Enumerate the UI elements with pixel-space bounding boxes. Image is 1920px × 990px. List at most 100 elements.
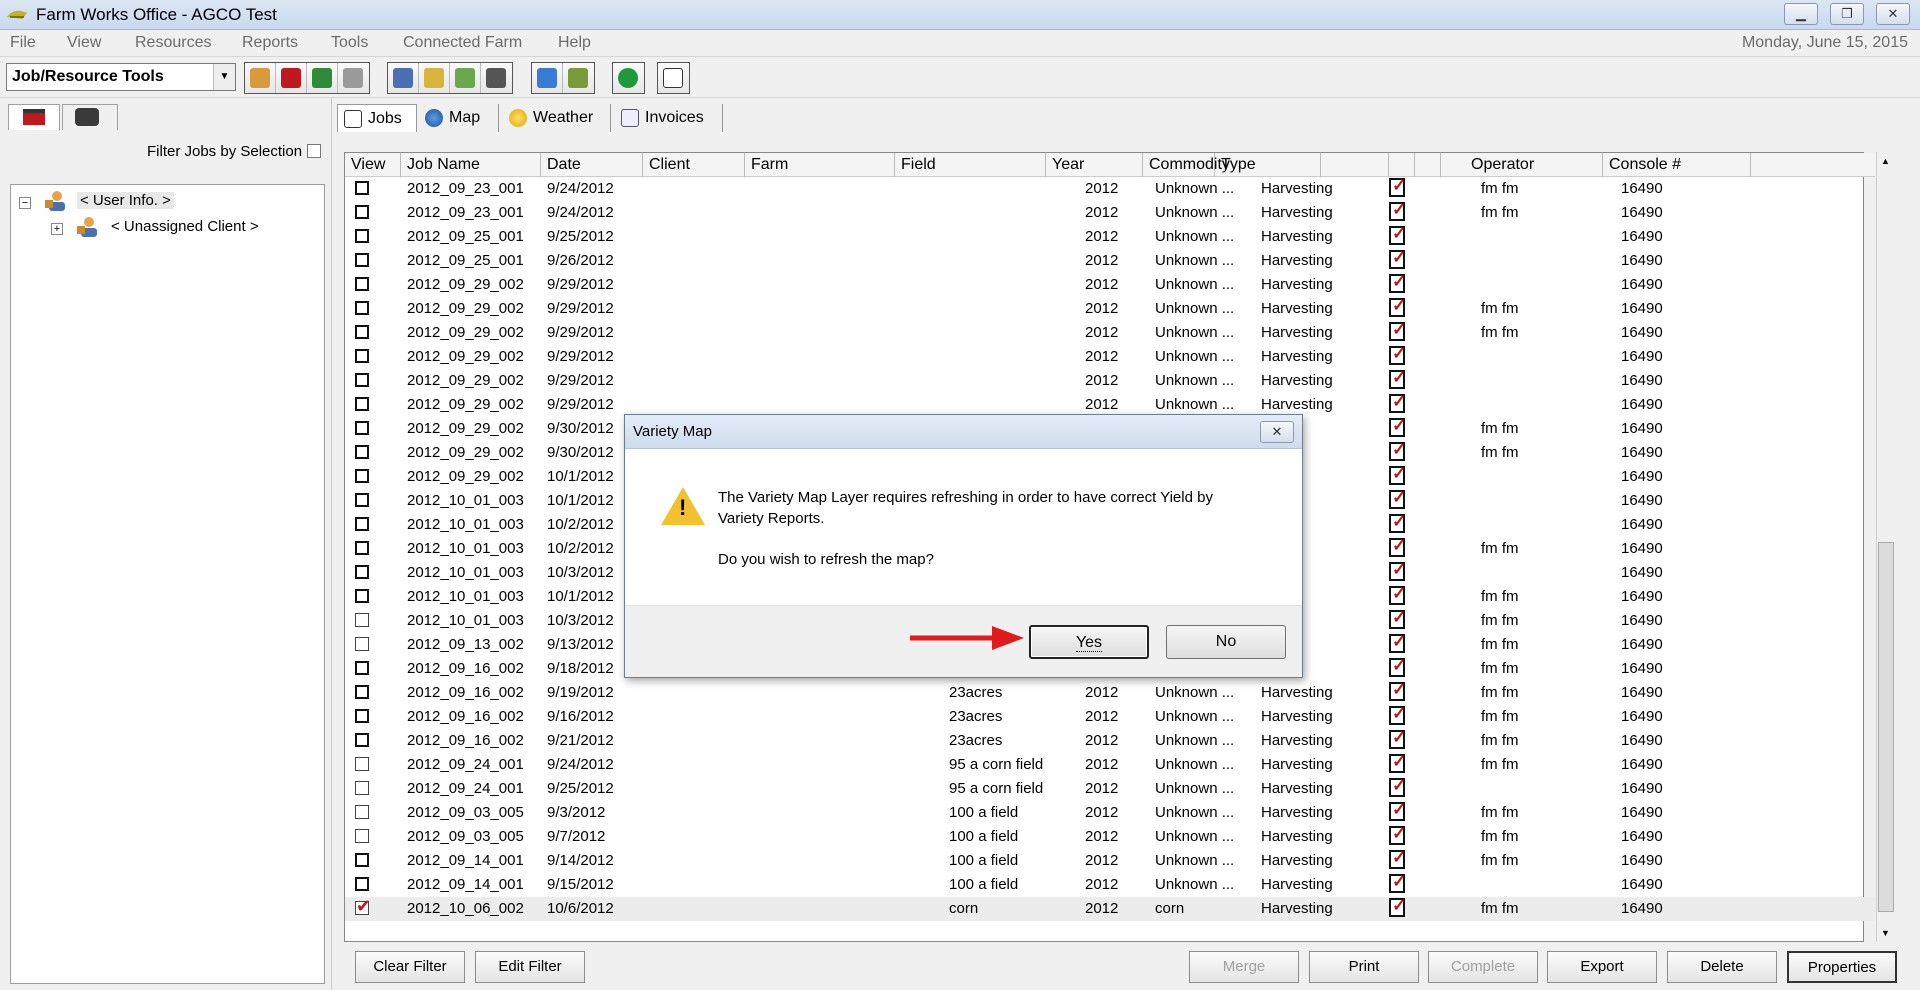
menu-connected-farm[interactable]: Connected Farm — [403, 34, 522, 52]
scroll-down-arrow[interactable]: ▼ — [1877, 924, 1894, 942]
add-building-button[interactable] — [338, 63, 369, 93]
expand-icon[interactable]: + — [51, 223, 63, 235]
view-checkbox[interactable] — [355, 661, 369, 675]
job-status-icon[interactable] — [1389, 224, 1406, 245]
view-checkbox[interactable] — [355, 589, 369, 603]
tab-crop-tree[interactable] — [62, 104, 118, 130]
table-row[interactable]: 2012_09_29_002 9/29/2012 2012 Unknown ... Ha… — [345, 320, 1875, 345]
collapse-icon[interactable]: − — [19, 197, 31, 209]
column-header[interactable]: Field — [895, 153, 1046, 177]
table-row[interactable]: 2012_09_14_001 9/15/2012 100 a field 2012 Un… — [345, 872, 1875, 897]
column-header[interactable]: Console # — [1603, 153, 1751, 177]
column-header[interactable]: Year — [1046, 153, 1143, 177]
table-row[interactable]: 2012_09_16_002 9/16/2012 23acres 2012 Unknow… — [345, 704, 1875, 729]
table-row[interactable]: 2012_10_06_002 10/6/2012 corn 2012 corn Harve… — [345, 896, 1875, 921]
menu-resources[interactable]: Resources — [135, 34, 211, 52]
add-crop-button[interactable] — [419, 63, 450, 93]
merge-button[interactable]: Merge — [1189, 951, 1299, 983]
column-header[interactable] — [1389, 153, 1415, 177]
tab-invoices[interactable]: Invoices — [615, 104, 723, 132]
view-checkbox[interactable] — [355, 877, 369, 891]
table-row[interactable]: 2012_09_16_002 9/21/2012 23acres 2012 Unknow… — [345, 728, 1875, 753]
job-status-icon[interactable] — [1389, 392, 1406, 413]
job-status-icon[interactable] — [1389, 752, 1406, 773]
job-status-icon[interactable] — [1389, 560, 1406, 581]
job-status-icon[interactable] — [1389, 248, 1406, 269]
job-status-icon[interactable] — [1389, 800, 1406, 821]
view-checkbox[interactable] — [355, 565, 369, 579]
job-status-icon[interactable] — [1389, 368, 1406, 389]
view-checkbox[interactable] — [355, 829, 369, 843]
view-checkbox[interactable] — [355, 805, 369, 819]
view-checkbox[interactable] — [355, 325, 369, 339]
job-status-icon[interactable] — [1389, 488, 1406, 509]
view-checkbox[interactable] — [355, 709, 369, 723]
column-header[interactable]: Farm — [745, 153, 895, 177]
add-field-button[interactable] — [307, 63, 338, 93]
view-checkbox[interactable] — [355, 541, 369, 555]
job-status-icon[interactable] — [1389, 320, 1406, 341]
tree-node-unassigned-client[interactable]: < Unassigned Client > — [111, 218, 259, 235]
table-row[interactable]: 2012_09_16_002 9/19/2012 23acres 2012 Unknow… — [345, 680, 1875, 705]
export-button[interactable]: Export — [1547, 951, 1657, 983]
view-checkbox[interactable] — [355, 469, 369, 483]
table-row[interactable]: 2012_09_03_005 9/3/2012 100 a field 2012 Unk… — [345, 800, 1875, 825]
add-client-button[interactable] — [388, 63, 419, 93]
view-checkbox[interactable] — [355, 757, 369, 771]
job-status-icon[interactable] — [1389, 464, 1406, 485]
edit-button[interactable] — [563, 63, 594, 93]
column-header[interactable]: Client — [643, 153, 745, 177]
column-header[interactable]: Type — [1215, 153, 1321, 177]
filter-jobs-checkbox[interactable] — [307, 144, 321, 158]
view-checkbox[interactable] — [355, 613, 369, 627]
properties-button[interactable]: Properties — [1787, 951, 1897, 983]
no-button[interactable]: No — [1166, 625, 1286, 659]
view-checkbox[interactable] — [355, 853, 369, 867]
view-checkbox[interactable] — [355, 733, 369, 747]
tool-selector-dropdown[interactable]: Job/Resource Tools ▼ — [6, 63, 236, 91]
chevron-down-icon[interactable]: ▼ — [213, 64, 235, 90]
view-checkbox[interactable] — [355, 373, 369, 387]
column-header[interactable] — [1321, 153, 1389, 177]
report-button[interactable] — [658, 63, 689, 93]
job-status-icon[interactable] — [1389, 728, 1406, 749]
table-row[interactable]: 2012_09_29_002 9/29/2012 2012 Unknown ... Ha… — [345, 344, 1875, 369]
view-checkbox[interactable] — [355, 517, 369, 531]
view-checkbox[interactable] — [355, 421, 369, 435]
view-checkbox[interactable] — [355, 685, 369, 699]
add-equipment-button[interactable] — [276, 63, 307, 93]
scroll-thumb[interactable] — [1878, 542, 1894, 912]
clear-filter-button[interactable]: Clear Filter — [355, 951, 465, 983]
table-row[interactable]: 2012_09_23_001 9/24/2012 2012 Unknown ... Ha… — [345, 200, 1875, 225]
table-row[interactable]: 2012_09_25_001 9/25/2012 2012 Unknown ... Ha… — [345, 224, 1875, 249]
job-status-icon[interactable] — [1389, 584, 1406, 605]
search-button[interactable] — [532, 63, 563, 93]
yes-button[interactable]: Yes — [1029, 625, 1149, 659]
column-header[interactable] — [1415, 153, 1441, 177]
column-header[interactable]: Operator — [1465, 153, 1603, 177]
view-checkbox[interactable] — [355, 445, 369, 459]
table-row[interactable]: 2012_09_24_001 9/24/2012 95 a corn field 20… — [345, 752, 1875, 777]
tab-map[interactable]: Map — [419, 104, 499, 132]
grid-vertical-scrollbar[interactable]: ▲ ▼ — [1876, 152, 1894, 942]
menu-view[interactable]: View — [67, 34, 101, 52]
tab-weather[interactable]: Weather — [503, 104, 611, 132]
job-status-icon[interactable] — [1389, 272, 1406, 293]
add-vehicle-button[interactable] — [481, 63, 512, 93]
view-checkbox[interactable] — [355, 637, 369, 651]
job-status-icon[interactable] — [1389, 656, 1406, 677]
job-status-icon[interactable] — [1389, 824, 1406, 845]
minimize-button[interactable]: ▁ — [1784, 3, 1818, 25]
job-status-icon[interactable] — [1389, 680, 1406, 701]
close-window-button[interactable]: ✕ — [1876, 3, 1910, 25]
table-row[interactable]: 2012_09_29_002 9/29/2012 2012 Unknown ... Ha… — [345, 368, 1875, 393]
table-row[interactable]: 2012_09_23_001 9/24/2012 2012 Unknown ... Ha… — [345, 176, 1875, 201]
view-checkbox[interactable] — [355, 781, 369, 795]
delete-button[interactable]: Delete — [1667, 951, 1777, 983]
job-status-icon[interactable] — [1389, 536, 1406, 557]
menu-help[interactable]: Help — [558, 34, 591, 52]
restore-button[interactable]: ❐ — [1830, 3, 1864, 25]
table-row[interactable]: 2012_09_25_001 9/26/2012 2012 Unknown ... Ha… — [345, 248, 1875, 273]
menu-file[interactable]: File — [10, 34, 36, 52]
job-status-icon[interactable] — [1389, 848, 1406, 869]
